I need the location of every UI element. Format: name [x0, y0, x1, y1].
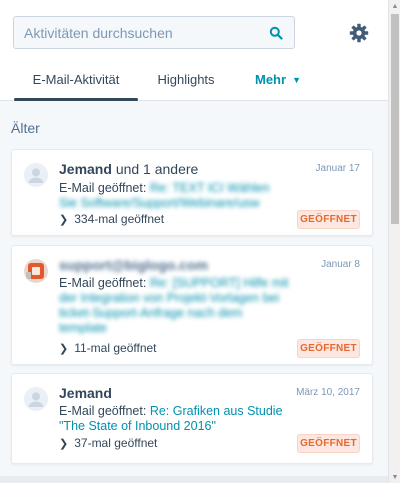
- open-count: 11-mal geöffnet: [74, 341, 157, 355]
- vertical-scrollbar[interactable]: ▲ ▼: [388, 0, 400, 483]
- scroll-up-arrow-icon[interactable]: ▲: [389, 0, 400, 12]
- company-logo-icon: [24, 259, 48, 283]
- contact-name: Jemand: [59, 385, 112, 401]
- tab-label: Highlights: [157, 72, 215, 87]
- section-title: Älter: [11, 120, 40, 136]
- chevron-right-icon: ❯: [59, 342, 69, 355]
- active-tab-indicator: [14, 98, 138, 101]
- open-count: 334-mal geöffnet: [74, 212, 165, 226]
- contact-name: support@biglogo.com: [59, 257, 239, 273]
- activity-date: März 10, 2017: [296, 387, 360, 398]
- opened-prefix: E-Mail geöffnet:: [59, 404, 147, 418]
- tab-bar: E-Mail-Aktivität Highlights Mehr ▼: [0, 66, 388, 101]
- search-icon[interactable]: [268, 25, 284, 41]
- chevron-right-icon: ❯: [59, 213, 69, 226]
- next-card-edge: [0, 476, 388, 483]
- activity-card[interactable]: Jemand und 1 andere Januar 17 E-Mail geö…: [11, 149, 373, 236]
- open-count-toggle[interactable]: ❯ 37-mal geöffnet: [59, 436, 157, 450]
- scroll-down-arrow-icon[interactable]: ▼: [389, 471, 400, 483]
- search-box[interactable]: [13, 16, 295, 49]
- open-count: 37-mal geöffnet: [74, 436, 158, 450]
- activity-card[interactable]: Jemand März 10, 2017 E-Mail geöffnet: Re…: [11, 373, 373, 464]
- activity-date: Januar 17: [315, 163, 360, 174]
- activity-panel: E-Mail-Aktivität Highlights Mehr ▼ Älter…: [0, 0, 388, 483]
- panel-header: E-Mail-Aktivität Highlights Mehr ▼: [0, 0, 388, 101]
- caret-down-icon: ▼: [292, 75, 301, 85]
- contact-email: support@biglogo.com: [59, 257, 208, 273]
- contact-name: Jemand und 1 andere: [59, 161, 198, 177]
- status-badge: GEÖFFNET: [297, 434, 360, 453]
- status-badge: GEÖFFNET: [297, 339, 360, 358]
- tab-highlights[interactable]: Highlights: [148, 66, 224, 101]
- person-avatar-icon: [24, 163, 48, 187]
- contact-others: und 1 andere: [115, 161, 199, 177]
- open-count-toggle[interactable]: ❯ 334-mal geöffnet: [59, 212, 164, 226]
- email-subject-line: E-Mail geöffnet: Re: TEXT ICI Wählen Sie…: [59, 181, 291, 211]
- contact-name-bold: Jemand: [59, 385, 112, 401]
- tab-email-activity[interactable]: E-Mail-Aktivität: [14, 66, 138, 101]
- email-subject-line: E-Mail geöffnet: Re: Grafiken aus Studie…: [59, 404, 299, 434]
- person-avatar-icon: [24, 387, 48, 411]
- gear-icon[interactable]: [348, 22, 370, 44]
- open-count-toggle[interactable]: ❯ 11-mal geöffnet: [59, 341, 157, 355]
- email-subject-line: E-Mail geöffnet: Re: [SUPPORT] Hilfe mit…: [59, 276, 291, 336]
- opened-prefix: E-Mail geöffnet:: [59, 276, 147, 290]
- chevron-right-icon: ❯: [59, 437, 69, 450]
- tab-label: Mehr: [255, 72, 287, 87]
- tab-label: E-Mail-Aktivität: [32, 72, 120, 87]
- activity-date: Januar 8: [321, 259, 360, 270]
- tab-more-dropdown[interactable]: Mehr ▼: [248, 66, 308, 101]
- scrollbar-thumb[interactable]: [391, 14, 399, 224]
- search-input[interactable]: [24, 24, 268, 41]
- opened-prefix: E-Mail geöffnet:: [59, 181, 147, 195]
- status-badge: GEÖFFNET: [297, 210, 360, 229]
- activity-card[interactable]: support@biglogo.com Januar 8 E-Mail geöf…: [11, 245, 373, 365]
- contact-name-bold: Jemand: [59, 161, 112, 177]
